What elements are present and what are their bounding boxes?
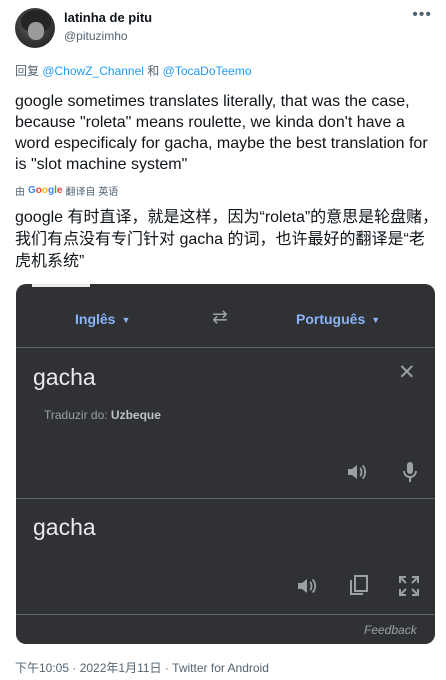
source-language-label: Inglês xyxy=(75,311,116,327)
translation-screenshot[interactable]: Inglês ▼ ⇄ Português ▼ gacha ✕ Traduzir do… xyxy=(16,284,435,644)
display-name[interactable]: latinha de pitu xyxy=(64,10,152,25)
avatar[interactable] xyxy=(15,8,55,48)
mention-link-1[interactable]: @ChowZ_Channel xyxy=(42,64,144,78)
detect-label: Traduzir do: xyxy=(44,408,111,422)
translated-by-prefix: 由 xyxy=(15,187,25,198)
source-language-select[interactable]: Inglês ▼ xyxy=(75,311,130,327)
translation-attribution: 由 Google 翻译自 英语 xyxy=(15,183,118,198)
google-logo: Google xyxy=(28,185,63,196)
speaker-icon[interactable] xyxy=(296,576,318,602)
target-language-label: Português xyxy=(296,311,366,327)
divider xyxy=(16,347,435,348)
more-options-icon[interactable]: ••• xyxy=(412,6,432,24)
source-text[interactable]: gacha xyxy=(33,364,96,391)
detected-language: Traduzir do: Uzbeque xyxy=(44,408,161,422)
reply-prefix: 回复 xyxy=(15,64,40,78)
fullscreen-icon[interactable] xyxy=(398,575,420,603)
speaker-icon[interactable] xyxy=(346,462,368,488)
divider xyxy=(16,498,435,499)
detected-language-value[interactable]: Uzbeque xyxy=(111,408,161,422)
swap-languages-icon[interactable]: ⇄ xyxy=(212,306,228,329)
tweet-metadata[interactable]: 下午10:05 · 2022年1月11日 · Twitter for Andro… xyxy=(15,659,269,676)
tweet-text: google sometimes translates literally, t… xyxy=(15,93,428,173)
target-text: gacha xyxy=(33,514,96,540)
microphone-icon[interactable] xyxy=(402,461,418,489)
translated-by-suffix[interactable]: 翻译自 英语 xyxy=(65,183,118,198)
user-handle[interactable]: @pituzimho xyxy=(64,29,128,43)
copy-icon[interactable] xyxy=(348,574,370,602)
mention-link-2[interactable]: @TocaDoTeemo xyxy=(163,64,252,78)
reply-context: 回复 @ChowZ_Channel 和 @TocaDoTeemo xyxy=(15,62,252,79)
translated-tweet-text: google 有时直译，就是这样，因为“roleta”的意思是轮盘赌，我们有点没… xyxy=(15,209,439,270)
chevron-down-icon: ▼ xyxy=(371,315,381,325)
close-icon[interactable]: ✕ xyxy=(398,360,416,385)
reply-conjunction: 和 xyxy=(147,64,160,78)
feedback-link[interactable]: Feedback xyxy=(364,623,417,637)
chevron-down-icon: ▼ xyxy=(121,315,131,325)
target-language-select[interactable]: Português ▼ xyxy=(296,311,380,327)
divider xyxy=(16,614,435,615)
